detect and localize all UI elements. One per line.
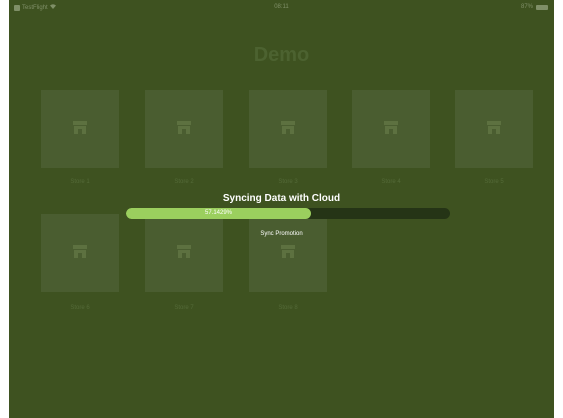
battery-percent: 87% bbox=[520, 4, 533, 10]
store-tile-label: Store 8 bbox=[278, 305, 298, 311]
store-tile[interactable] bbox=[41, 214, 119, 292]
store-tile-label: Store 6 bbox=[70, 305, 90, 311]
store-tile-label: Store 3 bbox=[278, 179, 298, 185]
sync-title: Syncing Data with Cloud bbox=[222, 193, 341, 204]
status-time: 08:11 bbox=[274, 4, 289, 10]
battery-icon bbox=[536, 4, 548, 10]
app-screen: TestFlight 08:11 87% Demo Store 1 Store … bbox=[9, 0, 554, 418]
store-icon bbox=[383, 119, 399, 135]
store-tile[interactable] bbox=[455, 90, 533, 168]
store-tile-label: Store 2 bbox=[174, 179, 194, 185]
store-tile[interactable] bbox=[249, 90, 327, 168]
store-icon bbox=[176, 119, 192, 135]
store-icon bbox=[176, 243, 192, 259]
sync-progress-text: 57.1429% bbox=[204, 210, 233, 216]
store-icon bbox=[280, 119, 296, 135]
store-icon bbox=[486, 119, 502, 135]
status-bar: TestFlight 08:11 87% bbox=[9, 0, 554, 14]
store-tile-label: Store 5 bbox=[484, 179, 504, 185]
store-icon bbox=[72, 243, 88, 259]
store-tile[interactable] bbox=[352, 90, 430, 168]
store-tile[interactable] bbox=[145, 214, 223, 292]
store-tile[interactable] bbox=[145, 90, 223, 168]
store-tile-label: Store 4 bbox=[381, 179, 401, 185]
status-right: 87% bbox=[521, 4, 548, 10]
store-tile[interactable] bbox=[41, 90, 119, 168]
store-tile-label: Store 1 bbox=[70, 179, 90, 185]
sync-subtitle: Sync Promotion bbox=[260, 231, 303, 237]
store-tile-label: Store 7 bbox=[174, 305, 194, 311]
store-icon bbox=[280, 243, 296, 259]
page-title: Demo bbox=[253, 44, 310, 66]
store-tile[interactable] bbox=[249, 214, 327, 292]
store-icon bbox=[72, 119, 88, 135]
